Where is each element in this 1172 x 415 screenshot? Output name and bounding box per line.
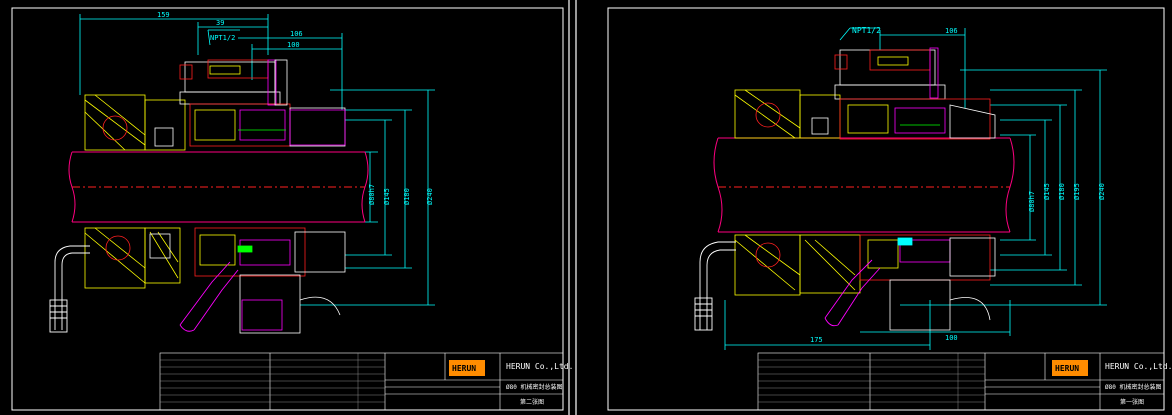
dim-dia-180: Ø180 (403, 188, 411, 205)
logo-text: HERUN (1055, 364, 1079, 373)
dim-port-offset: 39 (216, 19, 224, 27)
dim-dia-240: Ø240 (426, 188, 434, 205)
dim-dia-145: Ø145 (1043, 183, 1051, 200)
port-label: NPT1/2 (210, 34, 235, 42)
dim-106: 106 (290, 30, 303, 38)
dim-175: 175 (810, 336, 823, 344)
dim-106: 106 (945, 27, 958, 35)
port-label: NPT1/2 (852, 26, 881, 35)
sheet-number: 第一张图 (1120, 398, 1144, 406)
cad-canvas: 159 39 NPT1/2 106 100 Ø80h7 Ø145 Ø180 Ø2… (0, 0, 1172, 415)
dim-shaft-dia: Ø80h7 (1028, 191, 1036, 212)
dim-shaft-dia: Ø80h7 (368, 184, 376, 205)
dim-100: 100 (287, 41, 300, 49)
drawing-title: Ø80 机械密封总装图 (506, 383, 562, 391)
dim-dia-240: Ø240 (1098, 183, 1106, 200)
dim-100: 100 (945, 334, 958, 342)
logo-text: HERUN (452, 364, 476, 373)
company-name: HERUN Co.,Ltd. (1105, 362, 1172, 371)
company-name: HERUN Co.,Ltd. (506, 362, 573, 371)
sheet-number: 第二张图 (520, 398, 544, 406)
drawing-title: Ø80 机械密封总装图 (1105, 383, 1161, 391)
dim-dia-145: Ø145 (383, 188, 391, 205)
dim-overall: 159 (157, 11, 170, 19)
dim-dia-180: Ø180 (1058, 183, 1066, 200)
dim-dia-195: Ø195 (1073, 183, 1081, 200)
